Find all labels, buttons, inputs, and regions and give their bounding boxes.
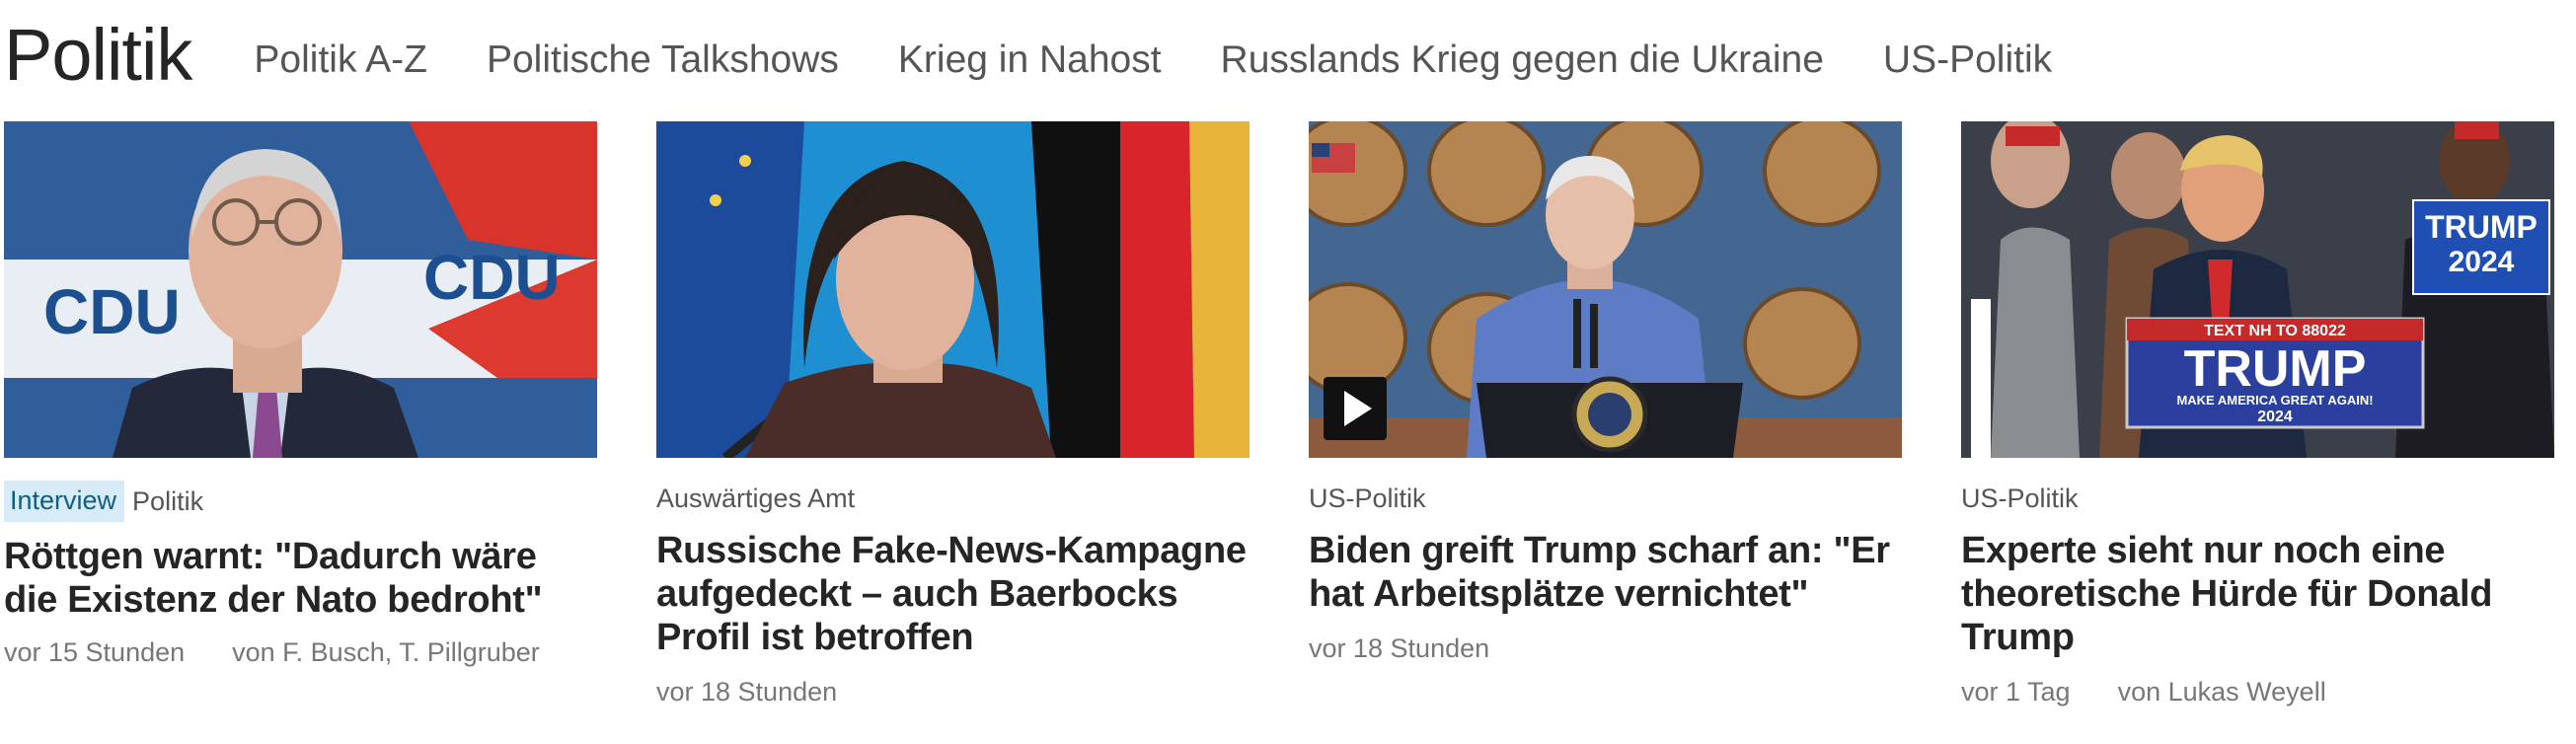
article-card[interactable]: US-Politik Biden greift Trump scharf an:… <box>1309 121 1902 664</box>
article-headline[interactable]: Biden greift Trump scharf an: "Er hat Ar… <box>1309 529 1902 616</box>
article-card[interactable]: TRUMP 2024 TEXT NH TO 88022 TRUMP MAKE A… <box>1961 121 2554 707</box>
article-card[interactable]: CDU CDU Interview Politik Röttgen warnt:… <box>4 121 597 668</box>
svg-text:CDU: CDU <box>423 242 561 313</box>
interview-badge: Interview <box>4 481 125 522</box>
svg-text:2024: 2024 <box>2449 246 2515 278</box>
article-category: Politik <box>132 485 204 516</box>
nav-link-politische-talkshows[interactable]: Politische Talkshows <box>487 33 839 79</box>
svg-text:TRUMP: TRUMP <box>2184 340 2367 398</box>
article-category: Auswärtiges Amt <box>656 483 856 513</box>
article-image[interactable]: CDU CDU <box>4 121 597 458</box>
article-meta: US-Politik <box>1961 482 2554 515</box>
article-meta: US-Politik <box>1309 482 1902 515</box>
article-category: US-Politik <box>1309 483 1426 513</box>
article-time: vor 1 Tag <box>1961 677 2071 707</box>
nav-link-politik-a-z[interactable]: Politik A-Z <box>254 33 427 79</box>
article-image[interactable]: TRUMP 2024 TEXT NH TO 88022 TRUMP MAKE A… <box>1961 121 2554 458</box>
svg-text:TRUMP: TRUMP <box>2425 209 2538 245</box>
trump-rally-photo: TRUMP 2024 TEXT NH TO 88022 TRUMP MAKE A… <box>1961 121 2554 458</box>
article-meta: Interview Politik <box>4 480 597 523</box>
article-meta: Auswärtiges Amt <box>656 482 1250 515</box>
section-title[interactable]: Politik <box>4 19 192 92</box>
article-category: US-Politik <box>1961 483 2079 513</box>
article-time: vor 18 Stunden <box>656 677 838 707</box>
section-header: Politik Politik A-Z Politische Talkshows… <box>0 0 2576 111</box>
article-byline: vor 15 Stunden von F. Busch, T. Pillgrub… <box>4 637 597 668</box>
nav-link-us-politik[interactable]: US-Politik <box>1883 33 2052 79</box>
cdu-portrait-photo: CDU CDU <box>4 121 597 458</box>
article-author: von Lukas Weyell <box>2117 677 2326 707</box>
article-image[interactable] <box>656 121 1250 458</box>
article-headline[interactable]: Russische Fake-News-Kampagne aufgedeckt … <box>656 529 1250 659</box>
nav-link-krieg-in-nahost[interactable]: Krieg in Nahost <box>898 33 1162 79</box>
article-card[interactable]: Auswärtiges Amt Russische Fake-News-Kamp… <box>656 121 1250 707</box>
baerbock-portrait-photo <box>656 121 1250 458</box>
article-byline: vor 18 Stunden <box>1309 633 1902 664</box>
svg-text:MAKE AMERICA GREAT AGAIN!: MAKE AMERICA GREAT AGAIN! <box>2176 393 2373 408</box>
article-author: von F. Busch, T. Pillgruber <box>232 637 540 667</box>
svg-text:TEXT NH TO 88022: TEXT NH TO 88022 <box>2204 323 2346 339</box>
article-headline[interactable]: Röttgen warnt: "Dadurch wäre die Existen… <box>4 535 597 622</box>
section-nav: Politik A-Z Politische Talkshows Krieg i… <box>254 33 2111 79</box>
article-time: vor 15 Stunden <box>4 637 186 667</box>
article-byline: vor 1 Tag von Lukas Weyell <box>1961 677 2554 707</box>
biden-speech-photo <box>1309 121 1902 458</box>
nav-link-russlands-krieg[interactable]: Russlands Krieg gegen die Ukraine <box>1221 33 1824 79</box>
article-time: vor 18 Stunden <box>1309 633 1490 663</box>
svg-text:2024: 2024 <box>2257 409 2293 425</box>
svg-text:CDU: CDU <box>43 276 181 347</box>
article-byline: vor 18 Stunden <box>656 677 1250 707</box>
video-play-icon[interactable] <box>1324 377 1387 440</box>
article-image[interactable] <box>1309 121 1902 458</box>
article-headline[interactable]: Experte sieht nur noch eine theoretische… <box>1961 529 2554 659</box>
